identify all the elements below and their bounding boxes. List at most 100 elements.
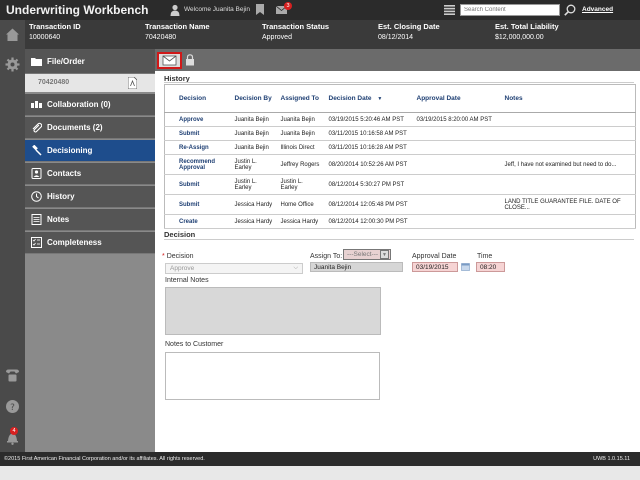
divider xyxy=(164,82,634,83)
main-content: History Decision Decision By Assigned To… xyxy=(155,49,640,452)
cell-by: Justin L. Earley xyxy=(230,154,277,175)
cell-decision[interactable]: Submit xyxy=(164,194,231,215)
column-header-approval-date[interactable]: Approval Date xyxy=(412,84,501,113)
cell-decision[interactable]: Recommend Approval xyxy=(164,154,231,175)
decision-label-text: Decision xyxy=(166,253,194,260)
customer-notes-textarea[interactable] xyxy=(165,352,380,400)
approval-date-label: Approval Date xyxy=(412,253,457,260)
assign-to-label: Assign To: xyxy=(310,253,343,260)
cell-to: Home Office xyxy=(276,194,325,215)
contacts-icon xyxy=(31,168,42,179)
summary-label: Transaction Status xyxy=(262,22,330,31)
column-header-assigned-to[interactable]: Assigned To xyxy=(276,84,325,113)
cell-decision[interactable]: Re-Assign xyxy=(164,140,231,155)
cell-approval xyxy=(412,194,501,215)
decision-select[interactable]: Approve ⌵ xyxy=(165,263,303,274)
chevron-down-icon: ▼ xyxy=(380,250,389,259)
action-toolbar xyxy=(155,49,640,71)
order-number-row[interactable]: 70420480 xyxy=(25,74,155,92)
nav-item-decisioning[interactable]: Decisioning xyxy=(25,140,155,162)
summary-value: 08/12/2014 xyxy=(378,34,414,41)
calendar-icon[interactable] xyxy=(461,262,470,271)
table-header-row: Decision Decision By Assigned To Decisio… xyxy=(164,84,636,113)
cell-decision[interactable]: Approve xyxy=(164,112,231,127)
cell-date: 03/11/2015 10:16:58 AM PST xyxy=(324,126,413,141)
sort-desc-icon: ▼ xyxy=(377,96,383,102)
cell-decision[interactable]: Submit xyxy=(164,174,231,195)
footer: ©2015 First American Financial Corporati… xyxy=(0,452,640,466)
cell-date: 08/12/2014 5:30:27 PM PST xyxy=(324,174,413,195)
nav-item-label: Decisioning xyxy=(47,146,93,155)
cell-to: Jeffrey Rogers xyxy=(276,154,325,175)
search-icon[interactable] xyxy=(564,4,576,16)
column-header-decision[interactable]: Decision xyxy=(164,84,231,113)
cell-approval xyxy=(412,126,501,141)
email-button[interactable] xyxy=(157,52,182,69)
cell-approval xyxy=(412,154,501,175)
summary-value: $12,000,000.00 xyxy=(495,34,544,41)
internal-notes-textarea[interactable] xyxy=(165,287,381,335)
nav-item-completeness[interactable]: Completeness xyxy=(25,232,155,254)
summary-label: Est. Total Liability xyxy=(495,22,559,31)
summary-transaction-name: Transaction Name 70420480 xyxy=(145,22,210,41)
collaboration-icon xyxy=(31,101,42,108)
envelope-icon xyxy=(162,55,177,66)
nav-file-order[interactable]: File/Order xyxy=(25,49,155,74)
help-icon[interactable]: ? xyxy=(5,399,20,414)
column-header-label: Decision Date xyxy=(328,95,372,102)
list-view-icon[interactable] xyxy=(444,5,455,15)
user-icon[interactable] xyxy=(170,4,180,16)
notes-icon xyxy=(31,214,42,225)
lock-icon[interactable] xyxy=(185,54,195,66)
assign-to-field[interactable]: Juanita Bejin xyxy=(310,262,403,272)
cell-date: 08/20/2014 10:52:26 AM PST xyxy=(324,154,413,175)
cell-notes xyxy=(500,126,636,141)
table-row[interactable]: Create Jessica Hardy Jessica Hardy 08/12/20… xyxy=(164,214,636,229)
column-header-decision-date[interactable]: Decision Date ▼ xyxy=(324,84,413,113)
cell-notes xyxy=(500,112,636,127)
approval-date-field[interactable]: 03/19/2015 xyxy=(412,262,458,272)
nav-item-label: Collaboration (0) xyxy=(47,100,111,109)
table-row[interactable]: Recommend Approval Justin L. Earley Jeffre… xyxy=(164,154,636,175)
gear-icon[interactable] xyxy=(5,57,20,72)
gavel-icon xyxy=(32,145,42,156)
nav-item-notes[interactable]: Notes xyxy=(25,209,155,231)
phone-icon[interactable] xyxy=(5,368,20,383)
nav-item-collaboration[interactable]: Collaboration (0) xyxy=(25,94,155,116)
cell-decision[interactable]: Submit xyxy=(164,126,231,141)
cell-date: 08/12/2014 12:05:48 PM PST xyxy=(324,194,413,215)
folder-icon xyxy=(31,58,42,66)
decision-field-label: * Decision xyxy=(162,253,194,260)
top-bar: Underwriting Workbench Welcome Juanita B… xyxy=(0,0,640,20)
search-input[interactable] xyxy=(460,4,560,16)
nav-item-label: Documents (2) xyxy=(47,123,103,132)
cell-date: 03/11/2015 10:16:28 AM PST xyxy=(324,140,413,155)
cell-date: 08/12/2014 12:00:30 PM PST xyxy=(324,214,413,229)
cell-date: 03/19/2015 5:20:46 AM PST xyxy=(324,112,413,127)
assign-to-select[interactable]: ---Select--- ▼ xyxy=(343,249,391,260)
nav-item-contacts[interactable]: Contacts xyxy=(25,163,155,185)
history-table: Decision Decision By Assigned To Decisio… xyxy=(164,84,636,229)
pdf-document-icon[interactable] xyxy=(128,77,137,89)
home-icon[interactable] xyxy=(5,27,20,42)
bookmark-icon[interactable] xyxy=(256,4,264,15)
nav-item-documents[interactable]: Documents (2) xyxy=(25,117,155,139)
table-row[interactable]: Submit Jessica Hardy Home Office 08/12/2014… xyxy=(164,194,636,215)
version-text: UWB 1.0.15.11 xyxy=(593,456,630,462)
time-field[interactable]: 08:20 xyxy=(476,262,505,272)
assign-select-value: ---Select--- xyxy=(347,251,379,258)
chevron-down-icon: ⌵ xyxy=(293,265,298,271)
table-row[interactable]: Submit Justin L. Earley Justin L. Earley 08… xyxy=(164,174,636,195)
column-header-notes[interactable]: Notes xyxy=(500,84,636,113)
column-header-decision-by[interactable]: Decision By xyxy=(230,84,277,113)
customer-notes-label: Notes to Customer xyxy=(165,341,224,348)
advanced-search-link[interactable]: Advanced xyxy=(582,6,613,13)
cell-notes xyxy=(500,140,636,155)
cell-to: Jessica Hardy xyxy=(276,214,325,229)
nav-item-history[interactable]: History xyxy=(25,186,155,208)
table-row[interactable]: Re-Assign Juanita Bejin Illinois Direct 03/… xyxy=(164,140,636,155)
table-row[interactable]: Approve Juanita Bejin Juanita Bejin 03/19/2… xyxy=(164,112,636,127)
table-row[interactable]: Submit Juanita Bejin Juanita Bejin 03/11/20… xyxy=(164,126,636,141)
cell-decision[interactable]: Create xyxy=(164,214,231,229)
summary-total-liability: Est. Total Liability $12,000,000.00 xyxy=(495,22,559,41)
